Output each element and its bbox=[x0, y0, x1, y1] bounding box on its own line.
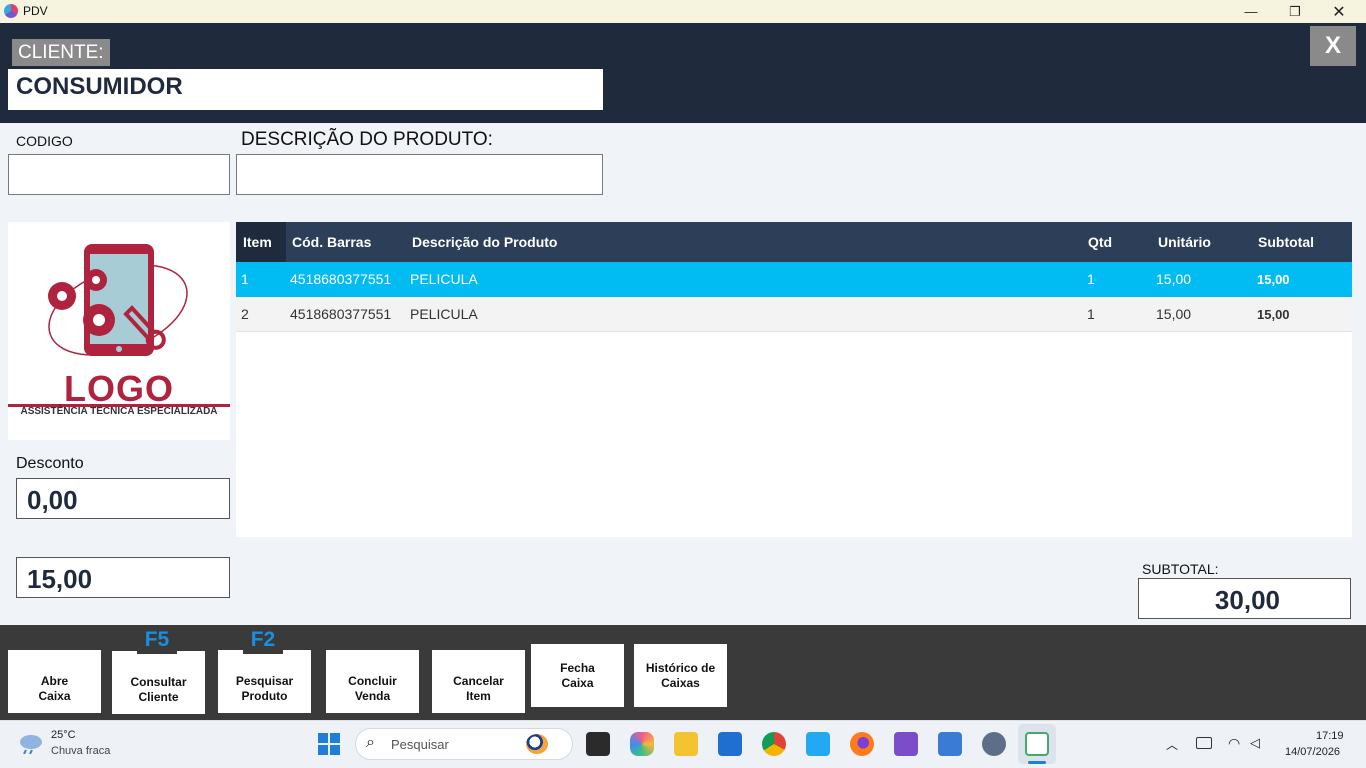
weather-temp: 25°C bbox=[51, 729, 76, 741]
active-indicator bbox=[1028, 761, 1046, 764]
notepad-icon[interactable] bbox=[938, 732, 962, 756]
f2-shortcut-label: F2 bbox=[243, 629, 283, 654]
table-row[interactable]: 1 4518680377551 PELICULA 1 15,00 15,00 bbox=[236, 262, 1352, 297]
close-icon: ✕ bbox=[1332, 3, 1346, 21]
window-title: PDV bbox=[23, 4, 48, 18]
codigo-label: CODIGO bbox=[16, 133, 73, 149]
task-view-icon[interactable] bbox=[586, 732, 610, 756]
cell-description: PELICULA bbox=[410, 271, 478, 287]
cell-qtd: 1 bbox=[1087, 306, 1095, 322]
col-qtd[interactable]: Qtd bbox=[1088, 222, 1112, 263]
weather-desc: Chuva fraca bbox=[51, 745, 111, 757]
col-subtotal[interactable]: Subtotal bbox=[1258, 222, 1314, 263]
search-placeholder: Pesquisar bbox=[391, 737, 449, 752]
copilot-icon[interactable] bbox=[630, 732, 654, 756]
logo-subtitle: ASSISTÊNCIA TÉCNICA ESPECIALIZADA bbox=[20, 406, 218, 417]
cell-barcode: 4518680377551 bbox=[290, 271, 392, 287]
cell-subtotal: 15,00 bbox=[1257, 307, 1290, 322]
firefox-icon[interactable] bbox=[850, 732, 874, 756]
vscode-icon[interactable] bbox=[806, 732, 830, 756]
table-row[interactable]: 2 4518680377551 PELICULA 1 15,00 15,00 bbox=[236, 297, 1352, 332]
cell-barcode: 4518680377551 bbox=[290, 306, 392, 322]
cell-qtd: 1 bbox=[1087, 271, 1095, 287]
volume-icon[interactable]: ◁ bbox=[1250, 735, 1260, 751]
minimize-icon: — bbox=[1244, 4, 1258, 19]
chevron-up-icon[interactable]: ︿ bbox=[1166, 736, 1178, 753]
keyboard-icon[interactable] bbox=[1196, 737, 1212, 749]
descricao-input[interactable] bbox=[236, 154, 603, 195]
col-description[interactable]: Descrição do Produto bbox=[412, 222, 557, 263]
col-unit[interactable]: Unitário bbox=[1158, 222, 1211, 263]
items-grid[interactable]: Item Cód. Barras Descrição do Produto Qt… bbox=[236, 222, 1352, 537]
descricao-label: DESCRIÇÃO DO PRODUTO: bbox=[241, 129, 493, 150]
desconto-label: Desconto bbox=[16, 455, 84, 472]
settings-icon[interactable] bbox=[982, 732, 1006, 756]
minimize-button[interactable]: — bbox=[1228, 0, 1274, 23]
store-icon[interactable] bbox=[718, 732, 742, 756]
cell-unit: 15,00 bbox=[1156, 306, 1192, 322]
file-explorer-icon[interactable] bbox=[674, 732, 698, 756]
codigo-input[interactable] bbox=[8, 154, 230, 195]
consultar-cliente-button[interactable]: Consultar Cliente bbox=[112, 651, 205, 714]
cell-item: 2 bbox=[241, 306, 249, 322]
f5-shortcut-label: F5 bbox=[137, 629, 177, 654]
desconto-input[interactable]: 0,00 bbox=[16, 478, 230, 519]
search-highlight-icon bbox=[526, 734, 548, 754]
close-window-button[interactable]: ✕ bbox=[1316, 0, 1362, 23]
visual-studio-icon[interactable] bbox=[894, 732, 918, 756]
taskbar-search[interactable]: ⌕ Pesquisar bbox=[355, 728, 573, 760]
search-icon: ⌕ bbox=[366, 734, 375, 751]
close-button[interactable]: X bbox=[1310, 26, 1356, 66]
restore-button[interactable]: ❐ bbox=[1272, 0, 1318, 23]
cell-subtotal: 15,00 bbox=[1257, 272, 1290, 287]
cell-description: PELICULA bbox=[410, 306, 478, 322]
clock-date[interactable]: 14/07/2026 bbox=[1285, 746, 1340, 758]
subtotal-value: 30,00 bbox=[1138, 578, 1351, 619]
abre-caixa-button[interactable]: Abre Caixa bbox=[8, 650, 101, 713]
concluir-venda-button[interactable]: Concluir Venda bbox=[326, 650, 419, 713]
cancelar-item-button[interactable]: Cancelar Item bbox=[432, 650, 525, 713]
pdv-app-icon[interactable] bbox=[1025, 732, 1049, 756]
cell-item: 1 bbox=[241, 271, 249, 287]
col-item[interactable]: Item bbox=[243, 222, 272, 263]
clock-time[interactable]: 17:19 bbox=[1316, 730, 1344, 742]
pesquisar-produto-button[interactable]: Pesquisar Produto bbox=[218, 650, 311, 713]
restore-icon: ❐ bbox=[1289, 3, 1301, 19]
wifi-icon[interactable]: ◠ bbox=[1228, 735, 1240, 752]
total-field[interactable]: 15,00 bbox=[16, 557, 230, 598]
historico-caixas-button[interactable]: Histórico de Caixas bbox=[634, 644, 727, 707]
grid-header: Item Cód. Barras Descrição do Produto Qt… bbox=[236, 222, 1352, 262]
fecha-caixa-button[interactable]: Fecha Caixa bbox=[531, 644, 624, 707]
title-bar: PDV — ❐ ✕ bbox=[0, 0, 1366, 23]
start-icon[interactable] bbox=[318, 733, 340, 755]
cliente-field[interactable]: CONSUMIDOR bbox=[8, 69, 603, 110]
col-barcode[interactable]: Cód. Barras bbox=[292, 222, 371, 263]
app-icon bbox=[4, 4, 18, 18]
company-logo: LOGO ASSISTÊNCIA TÉCNICA ESPECIALIZADA bbox=[8, 222, 230, 440]
subtotal-label: SUBTOTAL: bbox=[1142, 561, 1219, 577]
weather-icon[interactable] bbox=[18, 732, 44, 755]
cliente-label: CLIENTE: bbox=[12, 39, 110, 66]
cell-unit: 15,00 bbox=[1156, 271, 1192, 287]
chrome-icon[interactable] bbox=[762, 732, 786, 756]
